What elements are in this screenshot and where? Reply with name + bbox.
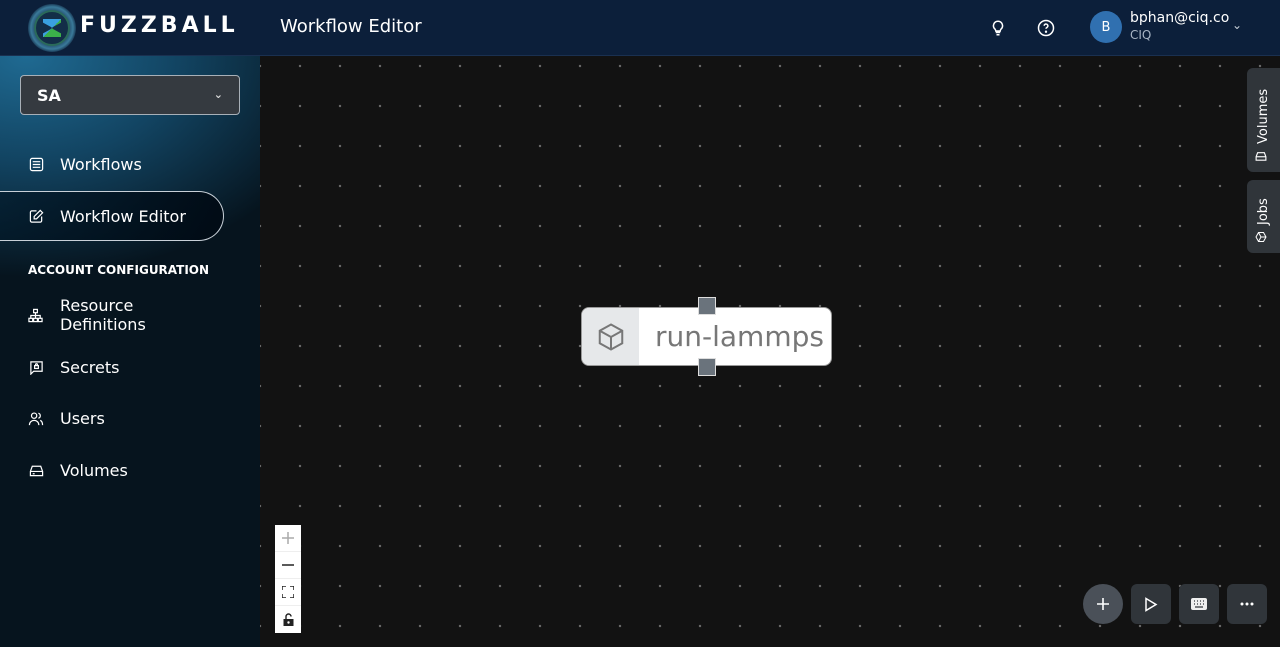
- sidebar-item-label: Users: [60, 408, 105, 428]
- sidebar-item-label: Workflow Editor: [60, 206, 186, 226]
- page-title: Workflow Editor: [280, 16, 422, 37]
- node-input-handle[interactable]: [698, 297, 716, 315]
- keyboard-icon: [1191, 598, 1207, 610]
- fit-view-button[interactable]: [275, 579, 301, 606]
- plus-icon: [1097, 598, 1109, 610]
- users-icon: [28, 410, 44, 426]
- brand-name: FUZZBALL: [80, 13, 239, 38]
- keyboard-shortcuts-button[interactable]: [1179, 584, 1219, 624]
- workflow-node[interactable]: run-lammps: [581, 297, 832, 376]
- tab-volumes[interactable]: Volumes: [1247, 68, 1280, 172]
- sidebar-item-workflows[interactable]: Workflows: [0, 139, 224, 189]
- zoom-out-button[interactable]: [275, 552, 301, 579]
- edit-icon: [28, 208, 44, 224]
- node-output-handle[interactable]: [698, 358, 716, 376]
- fuzzball-logo-icon[interactable]: [28, 4, 76, 52]
- more-options-button[interactable]: [1227, 584, 1267, 624]
- list-icon: [28, 156, 44, 172]
- sidebar-item-volumes[interactable]: Volumes: [0, 445, 224, 495]
- sidebar-item-label: Volumes: [60, 460, 128, 480]
- sidebar-item-label: Workflows: [60, 154, 142, 174]
- sidebar-item-users[interactable]: Users: [0, 393, 224, 443]
- chevron-down-icon: ⌄: [213, 88, 223, 101]
- user-email[interactable]: bphan@ciq.co: [1130, 10, 1229, 26]
- cube-icon: [1255, 231, 1271, 243]
- lightbulb-icon[interactable]: [986, 16, 1010, 40]
- top-header: FUZZBALL Workflow Editor B bphan@ciq.co …: [0, 0, 1280, 56]
- zoom-in-button[interactable]: [275, 525, 301, 552]
- sidebar-item-label: Secrets: [60, 357, 120, 377]
- help-icon[interactable]: [1034, 16, 1058, 40]
- cube-icon: [582, 308, 639, 365]
- sidebar-item-workflow-editor[interactable]: Workflow Editor: [0, 191, 224, 241]
- tab-label: Jobs: [1255, 198, 1271, 225]
- play-icon: [1145, 596, 1158, 612]
- account-select[interactable]: SA ⌄: [20, 75, 240, 115]
- node-label: run-lammps: [655, 320, 824, 353]
- add-node-button[interactable]: [1083, 584, 1123, 624]
- avatar[interactable]: B: [1090, 11, 1122, 43]
- run-button[interactable]: [1131, 584, 1171, 624]
- sidebar-item-label: Resource Definitions: [59, 296, 146, 334]
- hierarchy-icon: [28, 307, 44, 323]
- drive-icon: [28, 462, 44, 478]
- user-org: CIQ: [1130, 28, 1152, 42]
- tab-label: Volumes: [1255, 88, 1271, 144]
- drive-icon: [1255, 150, 1271, 162]
- lock-button[interactable]: [275, 606, 301, 633]
- account-select-value: SA: [37, 86, 61, 105]
- sidebar: SA ⌄ Workflows Workflow Editor ACCOUNT C…: [0, 56, 260, 647]
- section-label: ACCOUNT CONFIGURATION: [28, 263, 210, 277]
- zoom-controls: [275, 525, 301, 633]
- chevron-down-icon[interactable]: ⌄: [1232, 18, 1242, 32]
- sidebar-item-secrets[interactable]: Secrets: [0, 342, 224, 392]
- secret-icon: [28, 359, 44, 375]
- more-icon: [1240, 602, 1254, 606]
- tab-jobs[interactable]: Jobs: [1247, 180, 1280, 253]
- sidebar-item-resource-definitions[interactable]: Resource Definitions: [0, 290, 224, 340]
